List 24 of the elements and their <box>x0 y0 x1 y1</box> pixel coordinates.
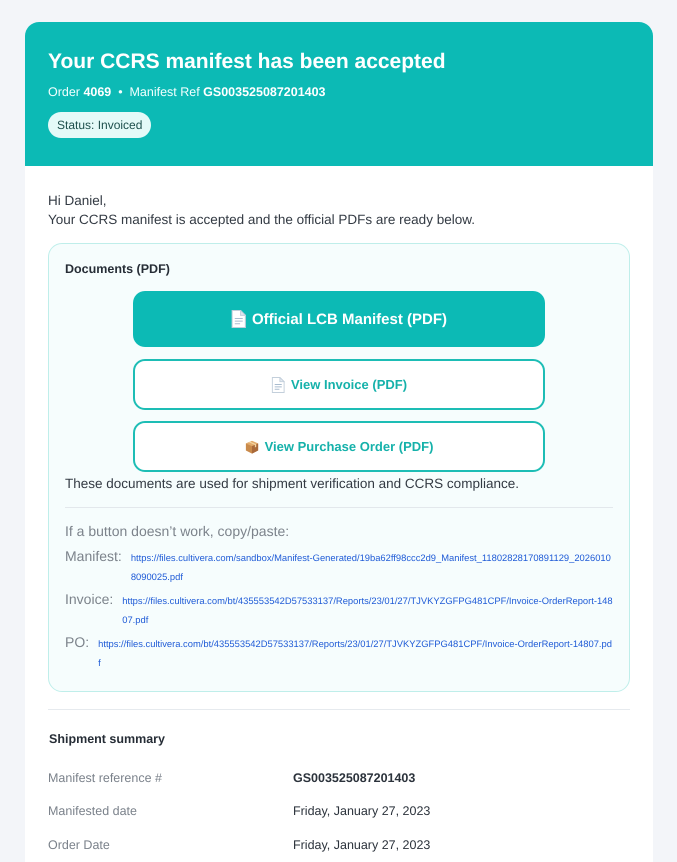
link-label: Manifest: <box>65 547 122 565</box>
greeting-text: Hi Daniel, <box>48 192 107 210</box>
document-icon <box>230 310 246 328</box>
url-link[interactable]: https://files.cultivera.com/bt/435553542D57533137/Reports/23/01/27/TJVKYZGFPG481CPF/Invoice-OrderReport-14807.pdf <box>122 592 613 629</box>
summary-label: Order Date <box>48 838 110 852</box>
documents-note: These documents are used for shipment verification and CCRS compliance. <box>65 475 519 493</box>
summary-label: Manifested date <box>48 804 137 818</box>
documents-heading: Documents (PDF) <box>65 261 170 278</box>
order-info: Order 4069 • Manifest Ref GS003525087201403 <box>48 84 326 101</box>
summary-label: Manifest reference # <box>48 770 162 785</box>
package-icon <box>244 438 259 454</box>
fallback-hint: If a button doesn’t work, copy/paste: <box>65 522 290 541</box>
url-link[interactable]: https://files.cultivera.com/bt/435553542D57533137/Reports/23/01/27/TJVKYZGFPG481CPF/Invoice-OrderReport-14807.pdf <box>98 635 613 672</box>
summary-value: GS003525087201403 <box>293 770 416 785</box>
link-label: PO: <box>65 633 90 651</box>
summary-value: Friday, January 27, 2023 <box>293 804 430 818</box>
email-title: Your CCRS manifest has been accepted <box>48 49 447 75</box>
url-link[interactable]: https://files.cultivera.com/sandbox/Manifest-Generated/19ba62ff98ccc2d9_Manifest_11802828170891129_20260108090025.pdf <box>130 549 613 586</box>
summary-heading: Shipment summary <box>48 731 166 748</box>
intro-text: Your CCRS manifest is accepted and the official PDFs are ready below. <box>48 211 475 229</box>
status-badge: Status: Invoiced <box>48 112 152 138</box>
summary-value: Friday, January 27, 2023 <box>293 838 430 852</box>
link-label: Invoice: <box>65 590 114 608</box>
document-icon <box>270 376 285 392</box>
